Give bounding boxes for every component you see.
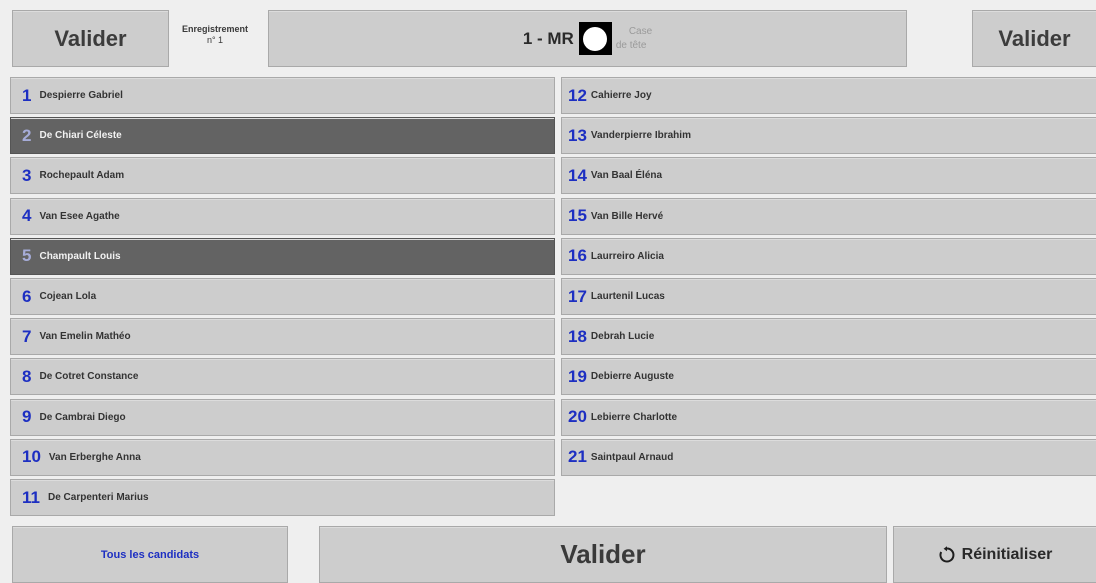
candidate-item[interactable]: 3 Rochepault Adam xyxy=(10,157,555,195)
candidate-name: Laurtenil Lucas xyxy=(590,291,665,302)
candidate-number: 17 xyxy=(568,286,587,306)
validate-button-top-right[interactable]: Valider xyxy=(972,10,1096,67)
candidate-number: 13 xyxy=(568,125,587,145)
candidate-number: 11 xyxy=(22,487,40,507)
head-box-label-line2: de tête xyxy=(615,39,647,51)
registration-label: Enregistrement xyxy=(181,24,249,34)
candidate-number: 15 xyxy=(568,206,587,226)
candidate-number: 5 xyxy=(22,246,32,266)
candidate-item[interactable]: 1 Despierre Gabriel xyxy=(10,77,555,114)
candidate-number: 1 xyxy=(22,85,32,105)
candidate-item[interactable]: 14 Van Baal Éléna xyxy=(561,157,1096,195)
head-box-label-line1: Case xyxy=(628,25,653,37)
candidate-number: 14 xyxy=(568,165,587,185)
candidate-number: 12 xyxy=(568,85,587,105)
reset-label: Réinitialiser xyxy=(961,545,1053,563)
candidate-number: 20 xyxy=(568,407,587,427)
candidate-item[interactable]: 9 De Cambrai Diego xyxy=(10,398,555,436)
registration-number: n° 1 xyxy=(206,35,224,45)
candidate-item[interactable]: 2 De Chiari Céleste xyxy=(10,117,555,155)
candidate-name: Vanderpierre Ibrahim xyxy=(590,130,691,142)
candidate-item[interactable]: 16 Laurreiro Alicia xyxy=(561,237,1096,275)
candidate-name: De Cambrai Diego xyxy=(39,411,126,423)
candidate-item[interactable]: 19 Debierre Auguste xyxy=(561,358,1096,396)
candidate-name: De Chiari Céleste xyxy=(39,130,122,142)
all-candidates-button[interactable]: Tous les candidats xyxy=(12,526,288,583)
list-vote-label: 1 - MR xyxy=(522,28,574,48)
candidate-number: 4 xyxy=(22,206,32,226)
candidate-number: 8 xyxy=(22,366,32,386)
candidate-number: 9 xyxy=(22,407,32,427)
candidate-name: Van Bille Hervé xyxy=(590,210,664,222)
candidate-number: 7 xyxy=(22,326,32,346)
candidate-name: Laurreiro Alicia xyxy=(590,250,664,262)
candidate-item[interactable]: 12 Cahierre Joy xyxy=(561,77,1096,114)
candidate-name: De Carpenteri Marius xyxy=(47,492,149,503)
candidate-name: Rochepault Adam xyxy=(39,170,125,182)
candidate-name: De Cotret Constance xyxy=(39,371,139,383)
candidate-name: Cahierre Joy xyxy=(590,90,652,101)
candidate-item[interactable]: 10 Van Erberghe Anna xyxy=(10,438,555,476)
validate-button-bottom[interactable]: Valider xyxy=(319,526,887,583)
candidate-name: Cojean Lola xyxy=(39,291,97,302)
candidate-item[interactable]: 18 Debrah Lucie xyxy=(561,318,1096,356)
candidate-item[interactable]: 6 Cojean Lola xyxy=(10,278,555,315)
candidate-item[interactable]: 15 Van Bille Hervé xyxy=(561,197,1096,235)
candidate-name: Van Esee Agathe xyxy=(39,210,120,222)
candidate-name: Van Baal Éléna xyxy=(590,170,663,182)
candidate-name: Champault Louis xyxy=(39,250,121,262)
candidate-item[interactable]: 17 Laurtenil Lucas xyxy=(561,278,1096,315)
candidate-number: 16 xyxy=(568,246,587,266)
candidate-name: Lebierre Charlotte xyxy=(590,411,678,423)
candidate-name: Despierre Gabriel xyxy=(39,90,123,101)
candidate-name: Debrah Lucie xyxy=(590,331,655,343)
reset-button[interactable]: Réinitialiser xyxy=(893,526,1096,583)
head-box-checkbox[interactable] xyxy=(578,22,612,55)
candidate-item[interactable]: 4 Van Esee Agathe xyxy=(10,197,555,235)
validate-button-top-left[interactable]: Valider xyxy=(12,10,169,67)
registration-info: Enregistrement n° 1 xyxy=(174,24,256,46)
candidate-name: Saintpaul Arnaud xyxy=(590,451,674,463)
candidate-number: 21 xyxy=(568,447,587,467)
candidate-item[interactable]: 7 Van Emelin Mathéo xyxy=(10,318,555,356)
candidate-item[interactable]: 21 Saintpaul Arnaud xyxy=(561,438,1096,476)
candidate-item[interactable]: 8 De Cotret Constance xyxy=(10,358,555,396)
candidate-number: 18 xyxy=(568,326,587,346)
reset-icon xyxy=(939,545,955,562)
candidate-number: 2 xyxy=(22,125,32,145)
candidate-item[interactable]: 20 Lebierre Charlotte xyxy=(561,398,1096,436)
candidate-name: Van Erberghe Anna xyxy=(48,451,141,463)
candidate-number: 6 xyxy=(22,286,32,306)
list-vote-header[interactable]: 1 - MR Case de tête xyxy=(268,10,907,67)
candidate-number: 19 xyxy=(568,366,587,386)
candidate-number: 3 xyxy=(22,165,32,185)
candidate-item[interactable]: 5 Champault Louis xyxy=(10,237,555,275)
head-box-label: Case de tête xyxy=(616,25,652,53)
candidate-item[interactable]: 13 Vanderpierre Ibrahim xyxy=(561,117,1096,155)
candidate-name: Van Emelin Mathéo xyxy=(39,331,131,343)
candidate-name: Debierre Auguste xyxy=(590,371,674,383)
candidate-number: 10 xyxy=(22,447,41,467)
candidate-item[interactable]: 11 De Carpenteri Marius xyxy=(10,479,555,516)
